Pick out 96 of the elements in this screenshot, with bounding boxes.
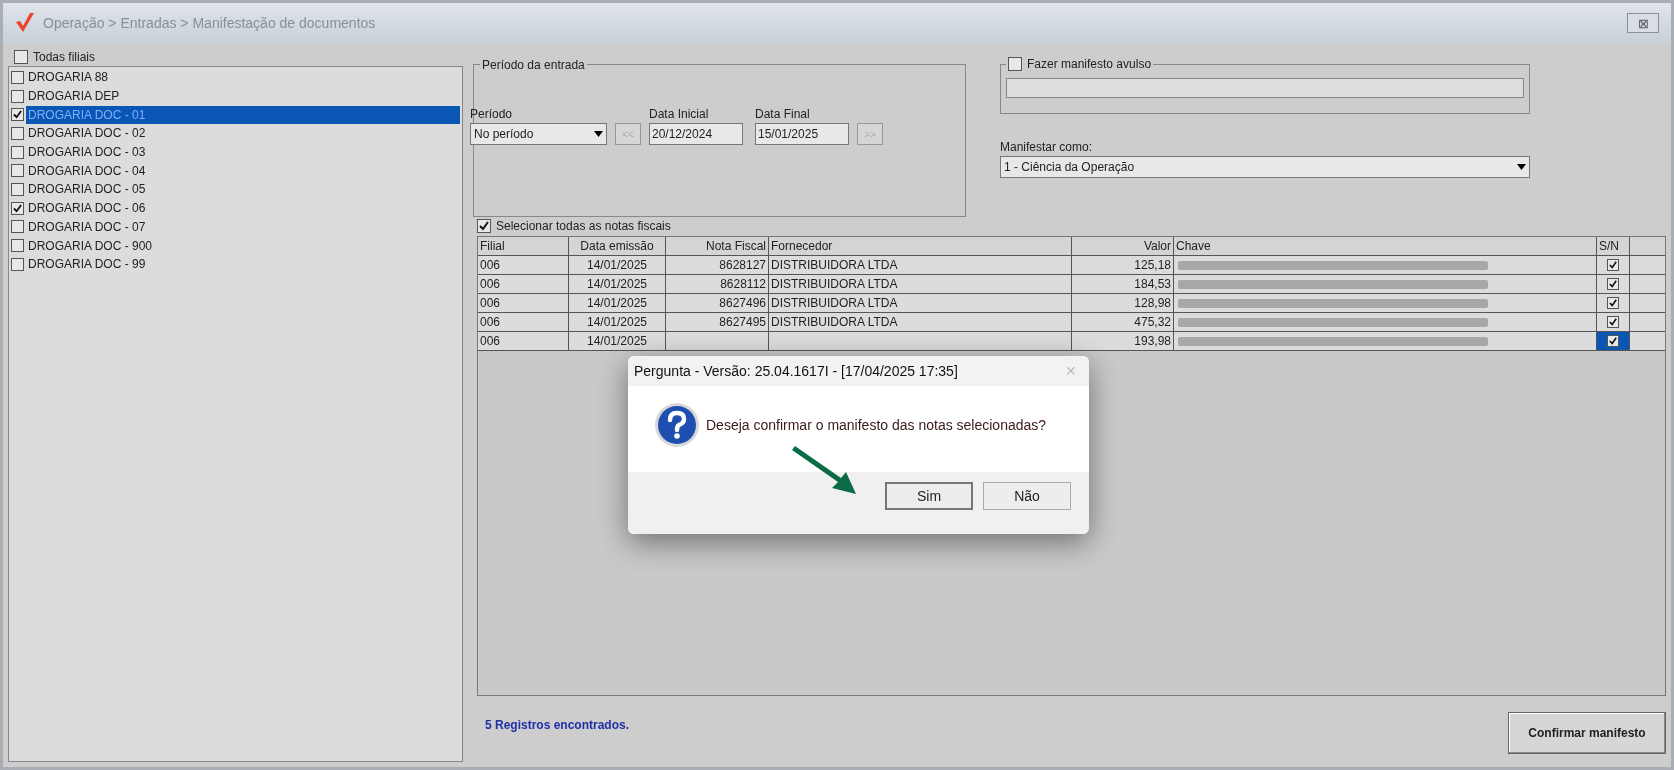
checkmark-icon [1609,261,1617,269]
table-row[interactable]: 006 14/01/2025 193,98 [478,332,1665,351]
checkbox[interactable] [11,126,24,140]
branch-item[interactable]: DROGARIA DOC - 99 [26,255,460,274]
table-cell: 14/01/2025 [569,332,666,350]
input-field[interactable] [1006,78,1524,98]
date-field[interactable]: 15/01/2025 [755,123,849,145]
checkbox[interactable] [1607,278,1619,290]
table-cell: 006 [478,275,569,293]
table-cell: 006 [478,313,569,331]
close-button[interactable]: ⊠ [1627,13,1659,33]
table-cell: DISTRIBUIDORA LTDA [769,313,1072,331]
table-cell: 8627496 [666,294,769,312]
checkbox-label: Selecionar todas as notas fiscais [496,218,671,235]
checkbox[interactable] [11,257,24,271]
branch-item[interactable]: DROGARIA 88 [26,68,460,87]
checkmark-icon [13,110,22,120]
dialog-button[interactable]: Sim [885,482,973,510]
checkbox[interactable] [11,239,24,253]
checkbox[interactable] [1607,335,1619,347]
checkbox[interactable] [1607,316,1619,328]
table-row[interactable]: 006 14/01/2025 8627496 DISTRIBUIDORA LTDA 128,98 [478,294,1665,313]
checkbox[interactable] [1607,259,1619,271]
column-header[interactable]: S/N [1597,237,1630,255]
table-cell: DISTRIBUIDORA LTDA [769,256,1072,274]
branch-item[interactable]: DROGARIA DOC - 900 [26,236,460,255]
caret-icon [1517,164,1526,170]
branch-item[interactable]: DROGARIA DOC - 05 [26,180,460,199]
checkbox[interactable] [11,89,24,103]
table-row[interactable]: 006 14/01/2025 8627495 DISTRIBUIDORA LTDA 475,32 [478,313,1665,332]
table-cell: 475,32 [1072,313,1174,331]
column-header[interactable]: Nota Fiscal [666,237,769,255]
table-cell: 125,18 [1072,256,1174,274]
period-select[interactable]: No período [470,123,607,145]
checkmark-icon [479,221,489,231]
column-header[interactable]: Fornecedor [769,237,1072,255]
checkbox-label: Fazer manifesto avulso [1027,56,1152,73]
status-text: 5 Registros encontrados. [485,717,630,734]
column-header[interactable]: Valor [1072,237,1174,255]
date-field[interactable]: 20/12/2024 [649,123,743,145]
checkmark-icon [1609,280,1617,288]
caret-icon [594,131,603,137]
table-cell: 14/01/2025 [569,294,666,312]
table-row[interactable]: 006 14/01/2025 8628112 DISTRIBUIDORA LTDA 184,53 [478,275,1665,294]
table-cell: 006 [478,294,569,312]
branch-item[interactable]: DROGARIA DOC - 06 [26,199,460,218]
table-cell: 193,98 [1072,332,1174,350]
checkbox[interactable] [11,201,24,215]
checkbox[interactable] [11,70,24,84]
field-label: Data Final [755,106,811,123]
field-label: Período [470,106,514,123]
checkbox[interactable] [477,219,491,233]
checkbox[interactable] [11,220,24,234]
branch-item[interactable]: DROGARIA DOC - 04 [26,161,460,180]
dialog-button[interactable]: Não [983,482,1071,510]
table-cell: 184,53 [1072,275,1174,293]
column-header[interactable]: Filial [478,237,569,255]
branch-item[interactable]: DROGARIA DEP [26,87,460,106]
table-cell: 8627495 [666,313,769,331]
table-cell: 128,98 [1072,294,1174,312]
branch-item[interactable]: DROGARIA DOC - 07 [26,217,460,236]
checkmark-logo-icon [15,12,35,34]
table-row[interactable]: 006 14/01/2025 8628127 DISTRIBUIDORA LTDA 125,18 [478,256,1665,275]
checkmark-icon [1609,337,1617,345]
dialog-message: Deseja confirmar o manifesto das notas selecionadas? [706,415,1047,435]
checkbox[interactable] [11,164,24,178]
checkmark-icon [1609,318,1617,326]
window-title: Operação > Entradas > Manifestação de documentos [43,13,377,33]
checkmark-icon [1609,299,1617,307]
branch-item[interactable]: DROGARIA DOC - 02 [26,124,460,143]
column-header[interactable]: Chave [1174,237,1597,255]
table-cell: 8628127 [666,256,769,274]
table-cell: DISTRIBUIDORA LTDA [769,294,1072,312]
manifest-select[interactable]: 1 - Ciência da Operação [1000,156,1530,178]
checkmark-icon [13,203,22,213]
dialog-title: Pergunta - Versão: 25.04.1617I - [17/04/2025 17:35] [634,361,958,381]
table-cell: DISTRIBUIDORA LTDA [769,275,1072,293]
column-header[interactable]: Data emissão [569,237,666,255]
table-cell: 006 [478,256,569,274]
table-cell: 006 [478,332,569,350]
checkbox[interactable] [1607,297,1619,309]
confirm-button[interactable]: Confirmar manifesto [1508,712,1666,754]
checkbox[interactable] [11,145,24,159]
checkbox[interactable] [11,182,24,196]
table-cell: 14/01/2025 [569,313,666,331]
table-cell: 8628112 [666,275,769,293]
checkbox[interactable] [14,50,28,64]
table-cell: 14/01/2025 [569,256,666,274]
question-icon [654,402,700,448]
field-label: Manifestar como: [1000,139,1094,156]
checkbox-label: Todas filiais [33,49,96,66]
field-label: Data Inicial [649,106,710,123]
checkbox[interactable] [11,108,24,122]
checkbox[interactable] [1008,57,1022,71]
table-cell: 14/01/2025 [569,275,666,293]
branch-item[interactable]: DROGARIA DOC - 03 [26,143,460,162]
